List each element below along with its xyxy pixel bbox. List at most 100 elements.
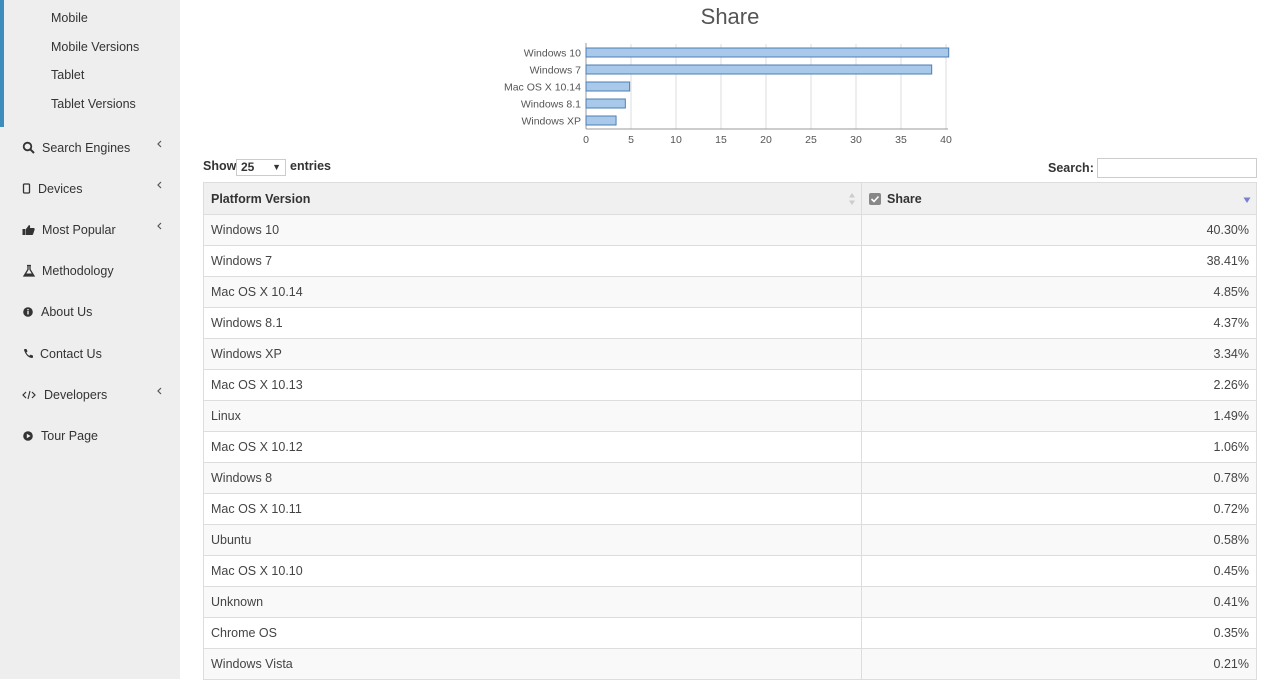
table-row: Windows XP 3.34% <box>203 338 1257 370</box>
sidebar-item-contact-us[interactable]: Contact Us <box>0 340 180 370</box>
play-circle-icon <box>23 431 33 441</box>
table-row: Mac OS X 10.12 1.06% <box>203 431 1257 463</box>
table-row: Chrome OS 0.35% <box>203 617 1257 649</box>
sidebar-item-methodology[interactable]: Methodology <box>0 257 180 287</box>
sidebar-item-most-popular[interactable]: Most Popular <box>0 216 180 246</box>
table-row: Windows 7 38.41% <box>203 245 1257 277</box>
sidebar-item-label: Developers <box>44 388 108 402</box>
platform-version-cell: Ubuntu <box>203 524 862 556</box>
chart-x-tick-label: 5 <box>628 134 634 146</box>
table-row: Windows 8.1 4.37% <box>203 307 1257 339</box>
chart-bar <box>585 47 950 58</box>
platform-version-cell: Windows XP <box>203 338 862 370</box>
table-row: Unknown 0.41% <box>203 586 1257 618</box>
chart-x-tick-label: 40 <box>940 134 952 146</box>
chart-category-label: Windows XP <box>521 116 581 128</box>
column-header-platform-version[interactable]: Platform Version <box>203 182 862 215</box>
search-input[interactable] <box>1097 158 1257 178</box>
chevron-left-icon <box>157 140 162 148</box>
platform-version-cell: Windows 8.1 <box>203 307 862 339</box>
share-cell: 1.49% <box>861 400 1257 432</box>
chart-bar <box>585 81 631 92</box>
share-cell: 0.72% <box>861 493 1257 525</box>
sidebar-item-label: About Us <box>41 305 93 319</box>
sidebar-item-tour-page[interactable]: Tour Page <box>0 422 180 452</box>
table-row: Windows 10 40.30% <box>203 214 1257 246</box>
table-row: Mac OS X 10.13 2.26% <box>203 369 1257 401</box>
sidebar-subitem-mobile[interactable]: Mobile <box>51 11 88 25</box>
entries-length-select[interactable]: 25 ▼ <box>236 159 286 176</box>
share-cell: 0.35% <box>861 617 1257 649</box>
share-cell: 38.41% <box>861 245 1257 277</box>
chevron-left-icon <box>157 387 162 395</box>
table-header-row: Platform Version Share <box>203 182 1257 215</box>
platform-version-cell: Linux <box>203 400 862 432</box>
sidebar-item-search-engines[interactable]: Search Engines <box>0 134 180 164</box>
platform-version-cell: Windows Vista <box>203 648 862 680</box>
sidebar-item-label: Methodology <box>42 264 114 278</box>
sort-desc-icon <box>1243 197 1251 203</box>
entries-label: entries <box>290 159 331 173</box>
share-cell: 2.26% <box>861 369 1257 401</box>
code-icon <box>22 390 36 400</box>
show-label: Show <box>203 159 237 173</box>
sidebar: Mobile Mobile Versions Tablet Tablet Ver… <box>0 0 180 679</box>
table-row: Ubuntu 0.58% <box>203 524 1257 556</box>
share-bar-chart: 0 5 10 15 20 25 30 35 40 Windows 10 Windows 7 Mac O… <box>504 43 952 146</box>
chart-bar <box>585 115 617 126</box>
flask-icon <box>22 264 36 277</box>
chart-x-tick-label: 10 <box>670 134 682 146</box>
share-cell: 0.78% <box>861 462 1257 494</box>
platform-version-cell: Mac OS X 10.11 <box>203 493 862 525</box>
chevron-left-icon <box>157 222 162 230</box>
share-cell: 0.41% <box>861 586 1257 618</box>
sidebar-item-about-us[interactable]: About Us <box>0 298 180 328</box>
column-header-label: Platform Version <box>211 191 311 206</box>
search-icon <box>22 141 35 154</box>
chevron-left-icon <box>157 181 162 189</box>
chart-category-label: Windows 7 <box>530 65 582 77</box>
sidebar-item-label: Tour Page <box>41 429 98 443</box>
table-row: Windows 8 0.78% <box>203 462 1257 494</box>
share-cell: 0.58% <box>861 524 1257 556</box>
sidebar-subitem-tablet-versions[interactable]: Tablet Versions <box>51 97 136 111</box>
sidebar-subitem-tablet[interactable]: Tablet <box>51 68 84 82</box>
platform-version-cell: Mac OS X 10.14 <box>203 276 862 308</box>
platform-version-cell: Mac OS X 10.10 <box>203 555 862 587</box>
sidebar-item-devices[interactable]: Devices <box>0 175 180 205</box>
share-cell: 0.21% <box>861 648 1257 680</box>
caret-down-icon: ▼ <box>272 162 281 172</box>
thumbs-up-icon <box>22 225 35 235</box>
sort-both-icon <box>849 193 855 205</box>
platform-version-cell: Unknown <box>203 586 862 618</box>
platform-version-cell: Chrome OS <box>203 617 862 649</box>
sidebar-item-label: Most Popular <box>42 223 116 237</box>
share-cell: 4.85% <box>861 276 1257 308</box>
mobile-icon <box>22 183 31 194</box>
share-cell: 40.30% <box>861 214 1257 246</box>
sidebar-item-label: Contact Us <box>40 347 102 361</box>
column-header-share[interactable]: Share <box>861 182 1257 215</box>
table-row: Windows Vista 0.21% <box>203 648 1257 680</box>
chart-x-tick-label: 30 <box>850 134 862 146</box>
chart-category-label: Windows 10 <box>524 48 581 60</box>
column-header-label: Share <box>887 191 922 206</box>
table-row: Linux 1.49% <box>203 400 1257 432</box>
table-row: Mac OS X 10.10 0.45% <box>203 555 1257 587</box>
table-row: Mac OS X 10.14 4.85% <box>203 276 1257 308</box>
search-label: Search: <box>1048 161 1094 175</box>
share-cell: 3.34% <box>861 338 1257 370</box>
chart-category-label: Windows 8.1 <box>521 99 581 111</box>
chart-category-label: Mac OS X 10.14 <box>504 82 581 94</box>
length-select-value: 25 <box>241 160 255 174</box>
sidebar-item-developers[interactable]: Developers <box>0 381 180 411</box>
chart-x-tick-label: 25 <box>805 134 817 146</box>
phone-icon <box>24 349 33 358</box>
chart-x-tick-label: 0 <box>583 134 589 146</box>
platform-version-cell: Mac OS X 10.12 <box>203 431 862 463</box>
sidebar-item-label: Search Engines <box>42 141 131 155</box>
chart-x-tick-label: 20 <box>760 134 772 146</box>
sidebar-subitem-mobile-versions[interactable]: Mobile Versions <box>51 40 139 54</box>
share-cell: 0.45% <box>861 555 1257 587</box>
chart-bar <box>585 98 626 109</box>
